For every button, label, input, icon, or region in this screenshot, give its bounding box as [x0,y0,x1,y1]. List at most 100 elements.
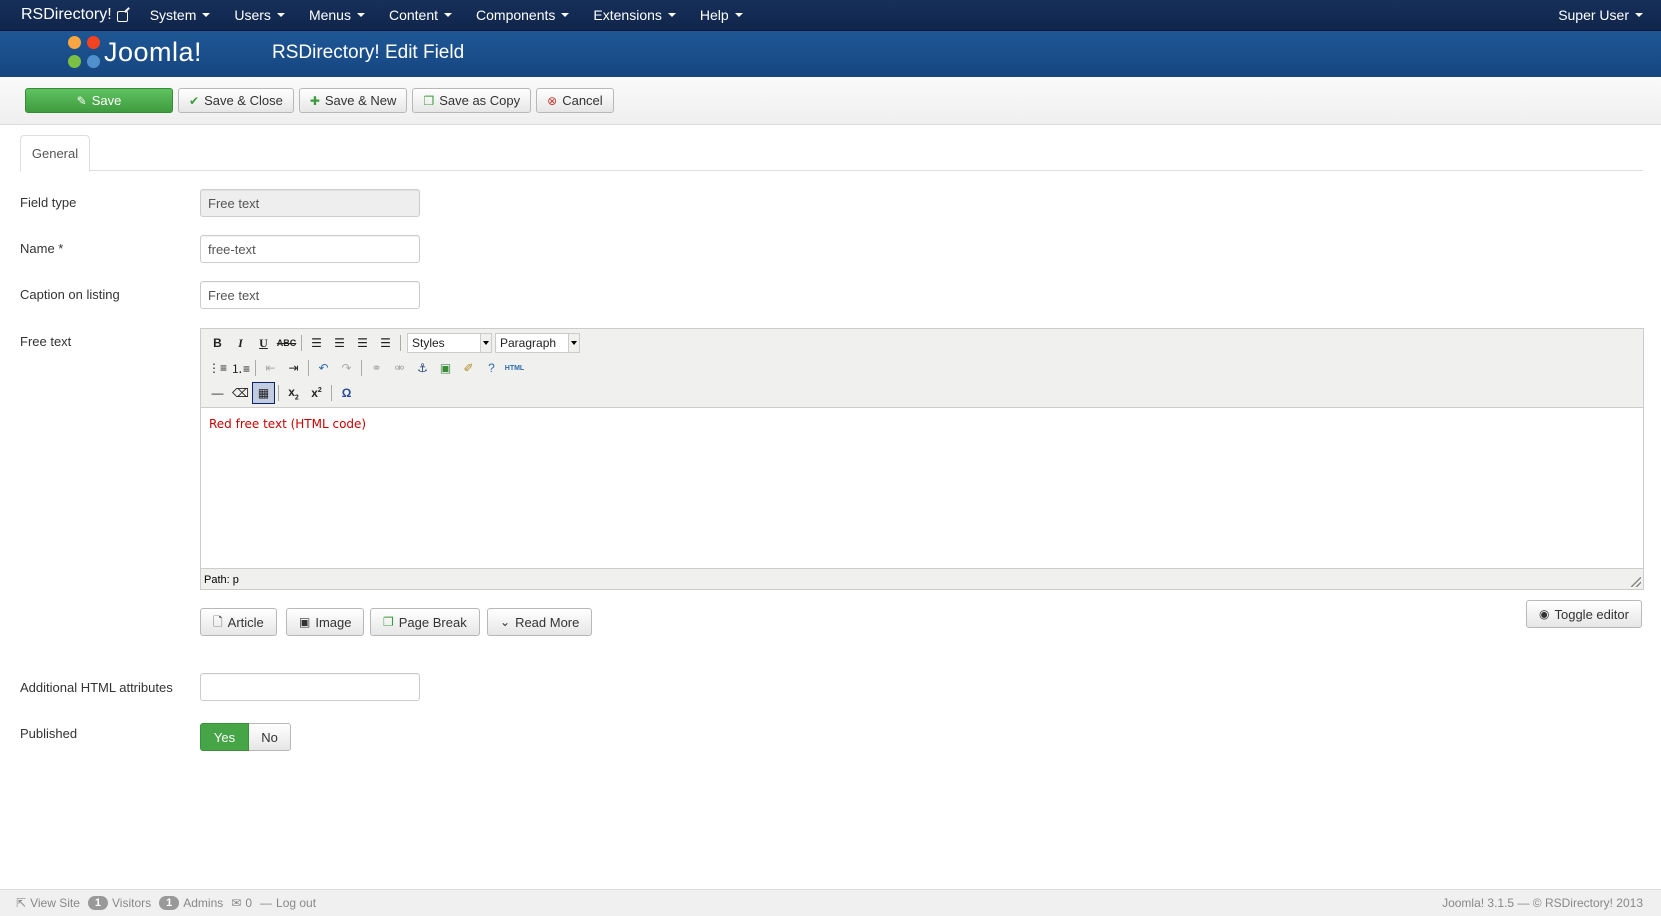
subscript-icon[interactable]: x2 [282,382,305,404]
outdent-icon[interactable]: ⇤ [259,357,282,379]
horizontal-rule-icon[interactable]: — [206,382,229,404]
tab-general[interactable]: General [20,135,90,172]
special-character-icon[interactable]: Ω [335,382,358,404]
menu-system[interactable]: System [138,0,223,31]
eraser-icon[interactable]: ⌫ [229,382,252,404]
bullet-list-icon[interactable]: ⋮≡ [206,357,229,379]
admins-badge: 1 [159,896,180,910]
image-button[interactable]: ▣ Image [286,608,365,636]
main-menu: System Users Menus Content Components Ex… [138,0,755,31]
logout-link[interactable]: — Log out [260,896,316,910]
styles-select[interactable]: Styles [407,333,492,353]
table-icon[interactable]: ▦ [252,382,275,404]
read-more-button[interactable]: ⌄ Read More [487,608,593,636]
file-add-icon: 🗋 [213,615,223,629]
indent-icon[interactable]: ⇥ [282,357,305,379]
image-icon[interactable]: ▣ [434,357,457,379]
link-icon[interactable]: ⚭ [365,357,388,379]
joomla-logo: Joomla! [68,36,202,68]
format-select[interactable]: Paragraph [495,333,580,353]
align-justify-icon[interactable]: ☰ [374,332,397,354]
align-center-icon[interactable]: ☰ [328,332,351,354]
page-break-button[interactable]: ❐ Page Break [370,608,480,636]
italic-icon[interactable]: I [229,332,252,354]
chevron-down-icon [568,334,579,352]
save-close-button[interactable]: ✔ Save & Close [178,88,294,113]
editor-status-bar: Path: p [201,568,1643,589]
superscript-icon[interactable]: x2 [305,382,328,404]
save-new-button[interactable]: ✚ Save & New [298,88,408,113]
align-left-icon[interactable]: ☰ [305,332,328,354]
chevron-down-icon [480,334,491,352]
brand-link[interactable]: RSDirectory! [21,6,128,24]
field-type-input [200,189,420,217]
underline-icon[interactable]: U [252,332,275,354]
tab-bar: General [20,135,1643,172]
article-button[interactable]: 🗋 Article [200,608,277,636]
free-text-label: Free text [20,334,72,349]
published-label: Published [20,726,78,741]
editor-content[interactable]: Red free text (HTML code) [201,408,1643,568]
menu-menus-label: Menus [308,7,351,23]
toggle-editor-button[interactable]: ◉ Toggle editor [1526,600,1642,628]
strikethrough-icon[interactable]: ABC [275,332,298,354]
external-link-icon: ⇱ [16,896,27,910]
menu-components[interactable]: Components [464,0,581,31]
anchor-icon[interactable]: ⚓ [411,357,434,379]
view-site-link[interactable]: ⇱ View Site [16,896,80,910]
editor-path: Path: p [204,574,239,586]
page-title: RSDirectory! Edit Field [272,42,465,63]
menu-users-label: Users [234,7,271,23]
cancel-button[interactable]: ⊗ Cancel [536,88,614,113]
image-button-label: Image [315,614,352,630]
published-no-button[interactable]: No [249,723,291,751]
menu-menus[interactable]: Menus [297,0,377,31]
save-new-label: Save & New [324,93,397,108]
menu-components-label: Components [476,7,556,23]
action-toolbar: ✎ Save ✔ Save & Close ✚ Save & New ❐ Sav… [0,77,1661,125]
bold-icon[interactable]: B [206,332,229,354]
logout-label: Log out [276,896,317,910]
html-source-icon[interactable]: HTML [503,357,526,379]
additional-attributes-label: Additional HTML attributes [20,680,173,695]
field-type-label: Field type [20,195,77,210]
published-toggle: Yes No [200,723,291,751]
picture-icon: ▣ [299,615,311,629]
resize-handle-icon[interactable] [1631,577,1641,587]
menu-extensions[interactable]: Extensions [581,0,687,31]
user-menu[interactable]: Super User [1546,0,1661,31]
messages-indicator[interactable]: ✉ 0 [231,896,252,910]
chevron-down-icon: ⌄ [500,615,511,629]
envelope-icon: ✉ [231,896,242,910]
cleanup-icon[interactable]: ✐ [457,357,480,379]
messages-count: 0 [245,896,253,910]
minus-icon: — [260,896,273,910]
view-site-label: View Site [30,896,80,910]
save-button[interactable]: ✎ Save [25,88,173,113]
caret-down-icon [561,13,570,17]
name-input[interactable] [200,235,420,263]
joomla-logo-icon [68,36,100,68]
additional-attributes-input[interactable] [200,673,420,701]
read-more-label: Read More [515,614,580,630]
visitors-badge: 1 [87,896,108,910]
undo-icon[interactable]: ↶ [312,357,335,379]
save-copy-button[interactable]: ❐ Save as Copy [412,88,532,113]
caption-input[interactable] [200,281,420,309]
caret-down-icon [734,13,743,17]
copy-icon: ❐ [383,615,394,629]
published-yes-button[interactable]: Yes [200,723,249,751]
numbered-list-icon[interactable]: ⒈≡ [229,357,252,379]
menu-content-label: Content [388,7,439,23]
menu-content[interactable]: Content [377,0,464,31]
help-icon[interactable]: ? [480,357,503,379]
menu-extensions-label: Extensions [593,7,662,23]
menu-help[interactable]: Help [688,0,755,31]
unlink-icon[interactable]: ⚮ [388,357,411,379]
align-right-icon[interactable]: ☰ [351,332,374,354]
menu-users[interactable]: Users [222,0,297,31]
visitors-label: Visitors [112,896,152,910]
redo-icon[interactable]: ↷ [335,357,358,379]
cancel-label: Cancel [562,93,603,108]
version-info: Joomla! 3.1.5 — © RSDirectory! 2013 [1442,896,1643,910]
